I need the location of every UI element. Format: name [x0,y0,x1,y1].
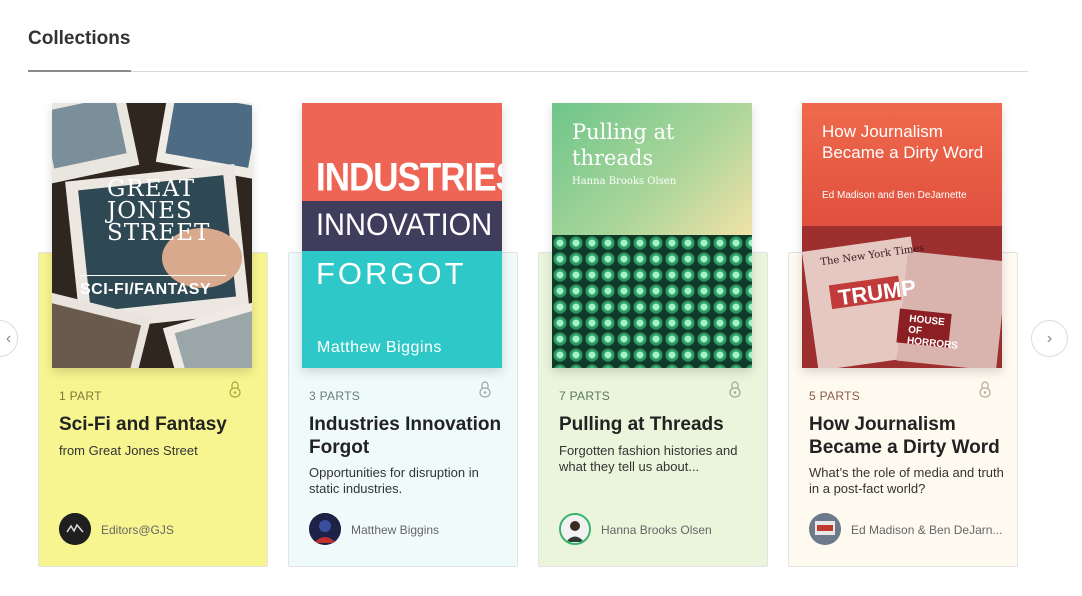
card-description: Opportunities for disruption in static i… [309,465,479,496]
cover-author: Ed Madison and Ben DeJarnette [822,190,967,201]
chevron-right-icon: › [1046,329,1053,347]
cover-line: INDUSTRIES [316,155,502,200]
cover-line: INNOVATION [316,207,493,243]
cover-title: How Journalism Became a Dirty Word [822,122,984,162]
parts-count: 1 PART [59,389,102,403]
cover-image-journalism[interactable]: How Journalism Became a Dirty Word Ed Ma… [802,103,1002,368]
card-title[interactable]: Sci-Fi and Fantasy [59,413,255,436]
cover-author: Hanna Brooks Olsen [572,176,677,187]
avatar[interactable] [809,513,841,545]
parts-count: 3 PARTS [309,389,361,403]
card-title[interactable]: How Journalism Became a Dirty Word [809,413,1005,459]
lock-icon [479,381,491,398]
cover-line: FORGOT [316,256,467,291]
cover-brand: GREAT JONES STREET [107,176,211,246]
section-divider [28,71,1028,72]
card-title[interactable]: Industries Innovation Forgot [309,413,505,459]
avatar[interactable] [309,513,341,545]
card-author[interactable]: Matthew Biggins [351,523,439,537]
card-description: from Great Jones Street [59,443,198,458]
newspaper-photo: The New York Times TRUMP HOUSE OF HORROR… [802,226,1002,368]
card-author[interactable]: Ed Madison & Ben DeJarn... [851,523,1002,537]
card-description: Forgotten fashion histories and what the… [559,443,738,474]
cover-title: Pulling at threads [572,120,675,170]
lock-icon [229,381,241,398]
parts-count: 7 PARTS [559,389,611,403]
card-title[interactable]: Pulling at Threads [559,413,755,436]
cover-image-scifi[interactable]: GREAT JONES STREET SCI-FI/FANTASY [52,103,252,368]
card-description: What’s the role of media and truth in a … [809,465,1004,496]
chevron-left-icon: ‹ [5,329,12,347]
cover-label: SCI-FI/FANTASY [80,281,212,298]
cover-image-industries[interactable]: INDUSTRIES INNOVATION FORGOT Matthew Big… [302,103,502,368]
card-author[interactable]: Editors@GJS [101,523,174,537]
lock-icon [729,381,741,398]
threads-photo [552,235,752,368]
carousel-prev-button[interactable]: ‹ [0,320,18,357]
avatar[interactable] [59,513,91,545]
cover-author: Matthew Biggins [317,339,442,356]
lock-icon [979,381,991,398]
parts-count: 5 PARTS [809,389,861,403]
card-author[interactable]: Hanna Brooks Olsen [601,523,712,537]
section-title: Collections [28,28,131,49]
section-active-underline [28,70,131,72]
cover-image-threads[interactable]: Pulling at threads Hanna Brooks Olsen [552,103,752,368]
carousel-next-button[interactable]: › [1031,320,1068,357]
avatar[interactable] [559,513,591,545]
